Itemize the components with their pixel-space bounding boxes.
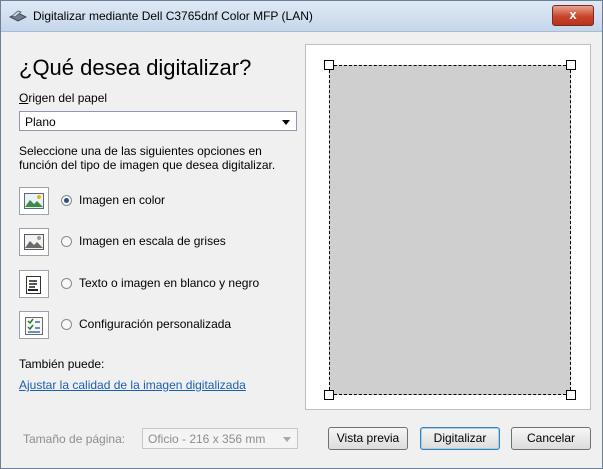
crop-handle-top-right[interactable]	[566, 60, 576, 70]
option-text-bw[interactable]: Texto o imagen en blanco y negro	[19, 270, 299, 300]
close-button[interactable]: x	[552, 5, 594, 26]
option-label: Configuración personalizada	[79, 317, 232, 331]
page-size-select[interactable]: Oficio - 216 x 356 mm	[142, 428, 298, 449]
radio-text-bw[interactable]	[61, 278, 72, 289]
page-title: ¿Qué desea digitalizar?	[19, 55, 252, 80]
option-label: Texto o imagen en blanco y negro	[79, 276, 260, 290]
color-photo-icon	[19, 187, 49, 215]
page-size-label: Tamaño de página:	[23, 432, 126, 446]
cancel-button[interactable]: Cancelar	[511, 427, 591, 450]
preview-button[interactable]: Vista previa	[328, 427, 408, 450]
option-grayscale-image[interactable]: Imagen en escala de grises	[19, 228, 299, 258]
grayscale-photo-icon	[19, 228, 49, 256]
scanner-icon	[9, 10, 27, 22]
paper-source-select[interactable]: Plano	[19, 111, 297, 131]
scan-dialog: Digitalizar mediante Dell C3765dnf Color…	[0, 0, 603, 469]
option-label: Imagen en escala de grises	[79, 234, 226, 248]
crop-handle-bottom-right[interactable]	[566, 390, 576, 400]
radio-custom-settings[interactable]	[61, 319, 72, 330]
custom-settings-icon	[19, 311, 49, 339]
paper-source-label-accel: O	[19, 91, 29, 105]
text-document-icon	[19, 270, 49, 298]
option-label: Imagen en color	[79, 193, 166, 207]
option-custom-settings[interactable]: Configuración personalizada	[19, 311, 299, 341]
also-label: También puede:	[19, 357, 105, 371]
radio-color-image[interactable]	[61, 195, 72, 206]
crop-handle-top-left[interactable]	[324, 60, 334, 70]
title-bar[interactable]: Digitalizar mediante Dell C3765dnf Color…	[1, 1, 602, 32]
paper-source-label: Origen del papel	[19, 91, 107, 105]
radio-grayscale-image[interactable]	[61, 236, 72, 247]
scan-area[interactable]	[329, 65, 571, 395]
adjust-quality-link[interactable]: Ajustar la calidad de la imagen digitali…	[19, 378, 246, 392]
option-color-image[interactable]: Imagen en color	[19, 187, 299, 217]
paper-source-label-rest: rigen del papel	[28, 91, 108, 105]
paper-source-value: Plano	[25, 115, 56, 129]
chevron-down-icon	[282, 120, 290, 125]
page-size-value: Oficio - 216 x 356 mm	[148, 432, 266, 446]
scan-button[interactable]: Digitalizar	[420, 427, 500, 450]
instructions-text: Seleccione una de las siguientes opcione…	[19, 144, 276, 172]
chevron-down-icon	[283, 437, 291, 442]
window-title: Digitalizar mediante Dell C3765dnf Color…	[33, 9, 313, 23]
crop-handle-bottom-left[interactable]	[324, 390, 334, 400]
